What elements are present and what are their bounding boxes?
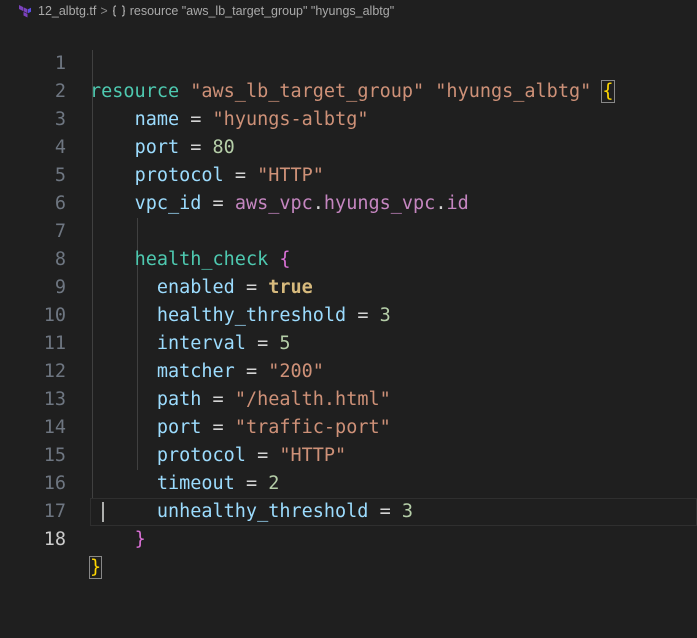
terraform-file-icon: [18, 4, 32, 18]
breadcrumb: 12_albtg.tf > resource "aws_lb_target_gr…: [0, 0, 697, 22]
code-editor[interactable]: 1 resource "aws_lb_target_group" "hyungs…: [0, 22, 697, 579]
code-line[interactable]: 7 health_check {: [0, 190, 697, 270]
breadcrumb-symbol[interactable]: resource "aws_lb_target_group" "hyungs_a…: [130, 4, 394, 18]
code-line[interactable]: 12 path = "/health.html": [0, 330, 697, 410]
breadcrumb-separator: >: [100, 4, 108, 18]
breadcrumb-file[interactable]: 12_albtg.tf: [38, 4, 96, 18]
code-line[interactable]: 1 resource "aws_lb_target_group" "hyungs…: [0, 22, 697, 103]
code-line-current[interactable]: 18 }: [0, 498, 697, 579]
code-line[interactable]: 17 }: [0, 470, 697, 550]
code-line[interactable]: 13 port = "traffic-port": [0, 358, 697, 438]
code-line[interactable]: 8 enabled = true: [0, 218, 697, 298]
code-line[interactable]: 6: [0, 162, 697, 214]
code-line[interactable]: 16 unhealthy_threshold = 3: [0, 442, 697, 522]
code-line[interactable]: 11 matcher = "200": [0, 302, 697, 382]
code-line[interactable]: 2 name = "hyungs-albtg": [0, 50, 697, 130]
code-line[interactable]: 10 interval = 5: [0, 274, 697, 354]
line-number: 18: [43, 529, 66, 550]
code-line[interactable]: 5 vpc_id = aws_vpc.hyungs_vpc.id: [0, 134, 697, 214]
code-line[interactable]: 9 healthy_threshold = 3: [0, 246, 697, 326]
code-line[interactable]: 3 port = 80: [0, 78, 697, 158]
matching-brace-close: }: [88, 556, 103, 579]
code-line[interactable]: 15 timeout = 2: [0, 414, 697, 494]
symbol-object-icon: [112, 4, 126, 18]
text-cursor: [102, 502, 104, 522]
line-content: }: [88, 554, 103, 582]
code-line[interactable]: 4 protocol = "HTTP": [0, 106, 697, 186]
line-content: }: [134, 529, 146, 550]
code-line[interactable]: 14 protocol = "HTTP": [0, 386, 697, 466]
